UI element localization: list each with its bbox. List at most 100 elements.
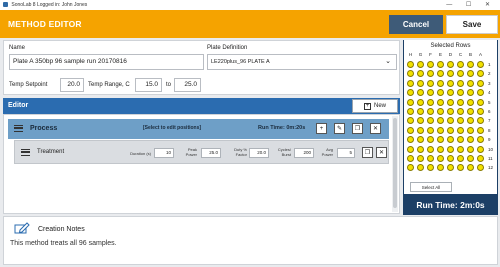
well[interactable] — [417, 98, 424, 106]
save-button[interactable]: Save — [446, 15, 498, 34]
row-label[interactable]: 8 — [488, 128, 491, 133]
well[interactable] — [467, 79, 474, 87]
well[interactable] — [437, 79, 444, 87]
well[interactable] — [417, 145, 424, 153]
well[interactable] — [437, 145, 444, 153]
add-step-button[interactable]: + — [316, 123, 327, 134]
well[interactable] — [417, 126, 424, 134]
temp-setpoint-input[interactable]: 20.0 — [60, 78, 84, 92]
well[interactable] — [417, 155, 424, 162]
well[interactable] — [457, 79, 464, 87]
well[interactable] — [437, 98, 444, 106]
method-name-input[interactable]: Plate A 350bp 96 sample run 20170816 — [9, 54, 204, 70]
window-controls[interactable]: — ☐ ✕ — [446, 0, 496, 10]
well[interactable] — [407, 155, 414, 162]
well[interactable] — [447, 79, 454, 87]
well[interactable] — [447, 145, 454, 153]
temp-range-min-input[interactable]: 15.0 — [135, 78, 162, 92]
column-label[interactable]: H — [407, 52, 415, 57]
row-label[interactable]: 1 — [488, 62, 491, 67]
well[interactable] — [447, 61, 454, 68]
well[interactable] — [477, 155, 484, 162]
copy-button[interactable]: ❐ — [362, 147, 373, 158]
well[interactable] — [477, 79, 484, 87]
new-button[interactable]: + New — [352, 99, 398, 113]
well[interactable] — [467, 145, 474, 153]
row-label[interactable]: 7 — [488, 118, 491, 123]
well[interactable] — [427, 79, 434, 87]
well[interactable] — [477, 126, 484, 134]
row-label[interactable]: 2 — [488, 71, 491, 76]
treatment-row[interactable]: Treatment Duration (s) 10 Peak Power 25.… — [14, 140, 389, 164]
well[interactable] — [477, 108, 484, 115]
row-label[interactable]: 11 — [488, 156, 493, 161]
well[interactable] — [467, 155, 474, 162]
delete-button[interactable]: ✕ — [370, 123, 381, 134]
well[interactable] — [427, 61, 434, 68]
well[interactable] — [437, 155, 444, 162]
well[interactable] — [437, 108, 444, 115]
row-label[interactable]: 9 — [488, 137, 491, 142]
duration-input[interactable]: 10 — [154, 148, 174, 158]
row-label[interactable]: 6 — [488, 109, 491, 114]
column-label[interactable]: A — [477, 52, 485, 57]
drag-handle-icon[interactable] — [21, 149, 30, 156]
well[interactable] — [457, 155, 464, 162]
well[interactable] — [467, 61, 474, 68]
well[interactable] — [467, 108, 474, 115]
column-label[interactable]: F — [427, 52, 435, 57]
well[interactable] — [407, 98, 414, 106]
well[interactable] — [447, 98, 454, 106]
column-label[interactable]: D — [447, 52, 455, 57]
duty-factor-input[interactable]: 20.0 — [249, 148, 269, 158]
well[interactable] — [477, 98, 484, 106]
well[interactable] — [427, 126, 434, 134]
well[interactable] — [467, 126, 474, 134]
scrollbar-thumb[interactable] — [393, 118, 397, 208]
well[interactable] — [457, 126, 464, 134]
well[interactable] — [407, 145, 414, 153]
row-label[interactable]: 5 — [488, 100, 491, 105]
well[interactable] — [417, 61, 424, 68]
well[interactable] — [437, 126, 444, 134]
select-all-button[interactable]: Select All — [410, 182, 452, 192]
column-label[interactable]: C — [457, 52, 465, 57]
well[interactable] — [427, 155, 434, 162]
row-label[interactable]: 4 — [488, 90, 491, 95]
column-label[interactable]: G — [417, 52, 425, 57]
edit-button[interactable]: ✎ — [334, 123, 345, 134]
row-label[interactable]: 10 — [488, 147, 493, 152]
copy-button[interactable]: ❐ — [352, 123, 363, 134]
well[interactable] — [407, 126, 414, 134]
well[interactable] — [457, 108, 464, 115]
well[interactable] — [477, 145, 484, 153]
well[interactable] — [437, 61, 444, 68]
well[interactable] — [457, 98, 464, 106]
delete-button[interactable]: ✕ — [376, 147, 387, 158]
well[interactable] — [467, 98, 474, 106]
column-label[interactable]: B — [467, 52, 475, 57]
column-label[interactable]: E — [437, 52, 445, 57]
cancel-button[interactable]: Cancel — [389, 15, 443, 34]
well[interactable] — [447, 108, 454, 115]
well[interactable] — [447, 155, 454, 162]
temp-range-max-input[interactable]: 25.0 — [174, 78, 201, 92]
process-row[interactable]: Process [Select to edit positions] Run T… — [8, 119, 389, 139]
creation-notes-text[interactable]: This method treats all 96 samples. — [10, 240, 117, 247]
well[interactable] — [427, 145, 434, 153]
row-label[interactable]: 3 — [488, 81, 491, 86]
row-label[interactable]: 12 — [488, 165, 493, 170]
well[interactable] — [407, 79, 414, 87]
plate-definition-select[interactable]: LE220plus_96 PLATE A ⌄ — [207, 54, 397, 70]
well[interactable] — [457, 61, 464, 68]
well[interactable] — [447, 126, 454, 134]
well[interactable] — [427, 98, 434, 106]
peak-power-input[interactable]: 25.0 — [201, 148, 221, 158]
well[interactable] — [477, 61, 484, 68]
well[interactable] — [457, 145, 464, 153]
well[interactable] — [417, 108, 424, 115]
well[interactable] — [407, 108, 414, 115]
well[interactable] — [407, 61, 414, 68]
editor-scrollbar[interactable] — [392, 116, 398, 212]
well[interactable] — [417, 79, 424, 87]
